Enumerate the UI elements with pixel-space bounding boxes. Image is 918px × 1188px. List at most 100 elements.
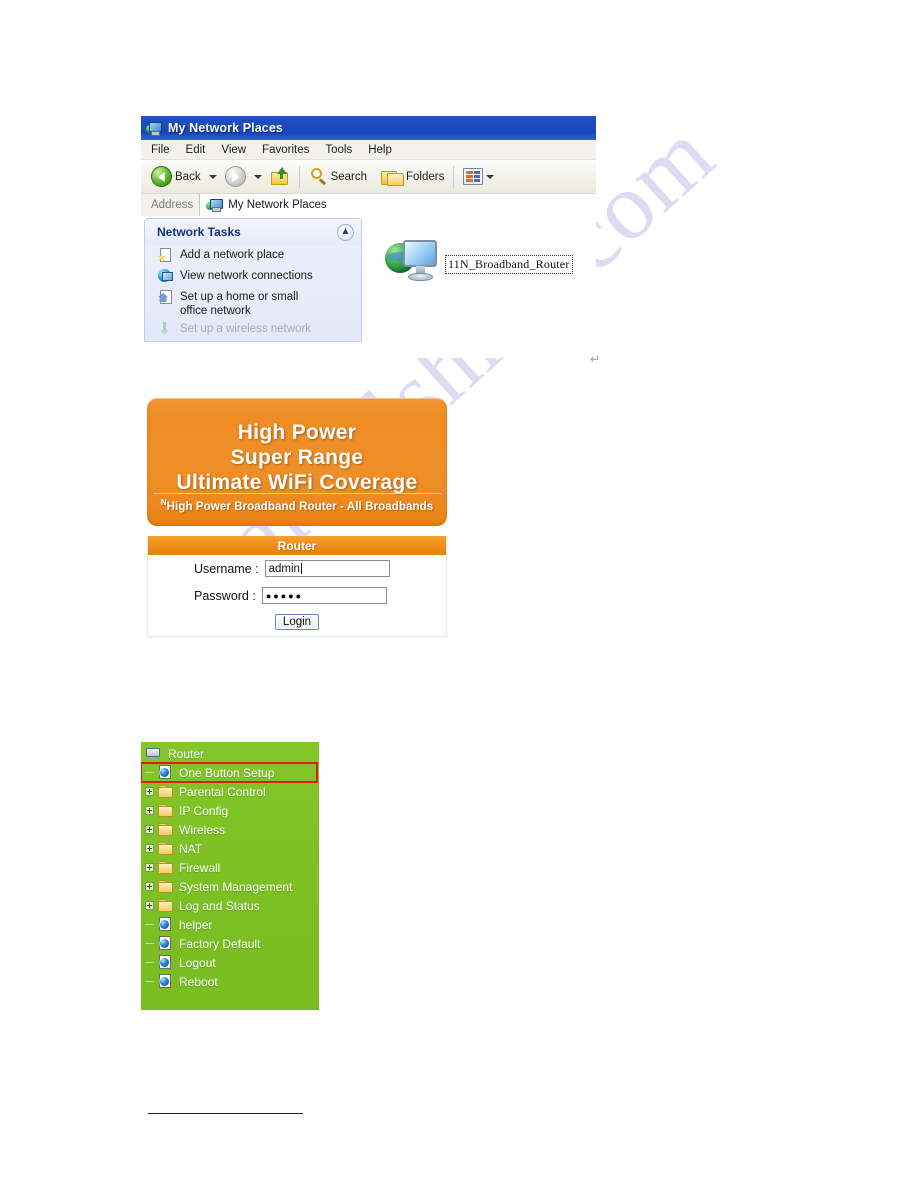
tree-item-label: Factory Default (179, 936, 261, 951)
menu-tools[interactable]: Tools (325, 140, 352, 160)
task-view-network-connections[interactable]: View network connections (145, 266, 361, 287)
back-dropdown-chevron-down-icon[interactable] (208, 174, 217, 179)
password-row: Password : ●●●●● (148, 582, 446, 609)
views-icon (463, 168, 484, 185)
menu-help[interactable]: Help (368, 140, 392, 160)
task-setup-home-network[interactable]: Set up a home or small office network (145, 287, 361, 319)
tree-item-one-button-setup[interactable]: One Button Setup (141, 762, 318, 783)
forward-arrow-icon (224, 166, 246, 187)
folder-icon (158, 899, 173, 912)
tree-item-nat[interactable]: NAT (141, 839, 319, 858)
tree-root-router[interactable]: Router (141, 744, 319, 763)
tree-item-label: NAT (179, 841, 203, 856)
views-button[interactable] (460, 164, 502, 190)
address-bar: Address My Network Places (141, 194, 596, 216)
tree-item-label: Firewall (179, 860, 221, 875)
tree-item-reboot[interactable]: Reboot (141, 972, 319, 991)
folders-icon (381, 168, 405, 186)
banner-headline: High Power Super Range Ultimate WiFi Cov… (147, 398, 447, 495)
expand-plus-icon[interactable] (145, 882, 154, 891)
tree-item-wireless[interactable]: Wireless (141, 820, 319, 839)
tree-item-label: One Button Setup (179, 765, 275, 780)
magnifier-icon (309, 167, 328, 186)
views-dropdown-chevron-down-icon[interactable] (486, 174, 495, 179)
banner-line-1: High Power (237, 421, 357, 444)
up-one-level-button[interactable] (267, 164, 293, 190)
paragraph-return-mark: ↵ (590, 352, 601, 366)
tree-connector (145, 939, 154, 948)
expand-plus-icon[interactable] (145, 806, 154, 815)
network-tasks-panel: Network Tasks ▲ Add a network place View… (144, 218, 362, 342)
tree-item-label: Reboot (179, 974, 218, 989)
window-title: My Network Places (168, 121, 283, 135)
forward-dropdown-chevron-down-icon[interactable] (253, 174, 262, 179)
server-icon (146, 746, 162, 761)
menu-favorites[interactable]: Favorites (262, 140, 309, 160)
chevron-up-icon[interactable]: ▲ (337, 223, 354, 241)
banner-line-2: Super Range (230, 446, 364, 469)
task-label: View network connections (180, 270, 313, 282)
tree-item-label: Parental Control (179, 784, 266, 799)
tree-item-log-and-status[interactable]: Log and Status (141, 896, 319, 915)
password-value: ●●●●● (265, 590, 304, 601)
folder-icon (158, 785, 173, 798)
folder-icon (158, 804, 173, 817)
username-label: Username : (194, 561, 259, 576)
menu-edit[interactable]: Edit (186, 140, 206, 160)
tree-item-factory-default[interactable]: Factory Default (141, 934, 319, 953)
menu-view[interactable]: View (221, 140, 246, 160)
tree-item-label: Log and Status (179, 898, 260, 913)
view-connections-icon (157, 268, 173, 284)
text-caret (300, 563, 302, 574)
expand-plus-icon[interactable] (145, 844, 154, 853)
back-label: Back (175, 170, 201, 183)
banner-subtitle: High Power Broadband Router - All Broadb… (166, 500, 434, 513)
toolbar: Back Search Folders (141, 160, 596, 194)
tree-item-label: Wireless (179, 822, 226, 837)
search-label: Search (330, 170, 368, 183)
expand-plus-icon[interactable] (145, 901, 154, 910)
task-setup-wireless-network[interactable]: Set up a wireless network (145, 319, 361, 340)
login-button[interactable]: Login (274, 614, 320, 630)
banner-line-3: Ultimate WiFi Coverage (176, 471, 418, 494)
address-label: Address (151, 199, 194, 211)
folder-icon (158, 842, 173, 855)
page-globe-icon (158, 917, 173, 932)
folders-button[interactable]: Folders (378, 164, 447, 190)
network-item-broadband-router[interactable]: 11N_Broadband_Router (385, 238, 573, 290)
tree-item-helper[interactable]: helper (141, 915, 319, 934)
username-row: Username : admin (148, 555, 446, 582)
login-button-row: Login (148, 609, 446, 630)
tree-item-label: helper (179, 917, 213, 932)
forward-button[interactable] (222, 164, 249, 190)
network-tasks-header[interactable]: Network Tasks ▲ (145, 219, 361, 245)
expand-plus-icon[interactable] (145, 825, 154, 834)
tree-item-label: Logout (179, 955, 216, 970)
window-titlebar: My Network Places (141, 116, 596, 140)
folders-label: Folders (406, 170, 445, 183)
tree-connector (145, 920, 154, 929)
folder-icon (158, 861, 173, 874)
router-login-panel: Router Username : admin Password : ●●●●●… (147, 536, 447, 637)
username-input[interactable]: admin (264, 560, 390, 577)
explorer-content: Network Tasks ▲ Add a network place View… (141, 216, 596, 342)
tree-item-ip-config[interactable]: IP Config (141, 801, 319, 820)
menu-file[interactable]: File (151, 140, 170, 160)
expand-plus-icon[interactable] (145, 863, 154, 872)
address-input[interactable]: My Network Places (199, 194, 596, 216)
search-button[interactable]: Search (306, 164, 370, 190)
expand-plus-icon[interactable] (145, 787, 154, 796)
tree-item-logout[interactable]: Logout (141, 953, 319, 972)
tree-item-firewall[interactable]: Firewall (141, 858, 319, 877)
back-button[interactable]: Back (148, 164, 204, 190)
tree-item-system-management[interactable]: System Management (141, 877, 319, 896)
password-input[interactable]: ●●●●● (261, 587, 387, 604)
network-places-icon (146, 121, 162, 136)
add-network-place-icon (157, 247, 173, 263)
tree-root-label: Router (168, 746, 205, 761)
task-add-network-place[interactable]: Add a network place (145, 245, 361, 266)
folder-icon (158, 823, 173, 836)
my-network-places-window: My Network Places File Edit View Favorit… (141, 116, 596, 358)
login-panel-header: Router (148, 536, 446, 555)
tree-item-parental-control[interactable]: Parental Control (141, 782, 319, 801)
